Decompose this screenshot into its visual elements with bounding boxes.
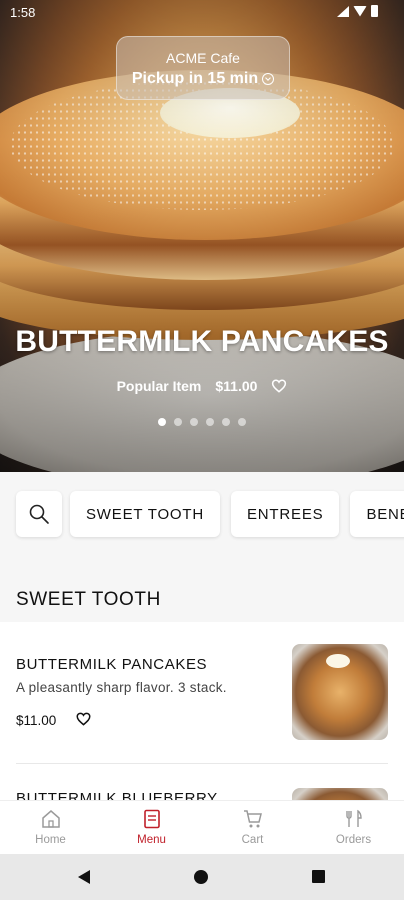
store-pickup-selector[interactable]: ACME Cafe Pickup in 15 min: [116, 36, 290, 100]
section-title: SWEET TOOTH: [16, 589, 161, 610]
category-chip-entrees[interactable]: ENTREES: [230, 491, 340, 537]
item-name: BUTTERMILK BLUEBERRY: [16, 790, 218, 800]
status-time: 1:58: [10, 5, 36, 20]
status-bar: 1:58: [0, 0, 404, 26]
signal-icon: [337, 5, 349, 17]
nav-home[interactable]: Home: [0, 801, 101, 854]
item-description: A pleasantly sharp flavor. 3 stack.: [16, 680, 227, 695]
menu-icon: [143, 809, 160, 829]
nav-menu[interactable]: Menu: [101, 801, 202, 854]
hero-price: $11.00: [215, 378, 258, 394]
nav-orders-label: Orders: [335, 834, 372, 846]
category-chip-sweet-tooth[interactable]: SWEET TOOTH: [70, 491, 220, 537]
nav-home-label: Home: [35, 834, 66, 846]
hero-banner[interactable]: 1:58 ACME Cafe Pickup in 15 min BUTTERMI…: [0, 0, 404, 472]
item-image[interactable]: [292, 788, 388, 800]
back-icon[interactable]: [78, 870, 90, 884]
cart-icon: [243, 810, 262, 828]
pickup-time: Pickup in 15 min: [131, 70, 259, 87]
carousel-indicator[interactable]: [0, 418, 404, 426]
nav-cart[interactable]: Cart: [202, 801, 303, 854]
item-image[interactable]: [292, 644, 388, 740]
store-name: ACME Cafe: [166, 50, 240, 66]
heart-icon[interactable]: [76, 712, 91, 729]
recents-icon[interactable]: [312, 870, 325, 883]
item-price: $11.00: [16, 713, 57, 728]
carousel-dot[interactable]: [206, 418, 214, 426]
nav-cart-label: Cart: [241, 834, 264, 846]
carousel-dot[interactable]: [174, 418, 182, 426]
category-bar: SWEET TOOTH ENTREES BENED: [0, 472, 404, 554]
wifi-icon: [353, 5, 367, 17]
chevron-down-icon: [262, 73, 275, 85]
utensils-icon: [345, 809, 362, 827]
home-button-icon[interactable]: [194, 870, 208, 884]
item-name: BUTTERMILK PANCAKES: [16, 656, 208, 673]
carousel-dot[interactable]: [158, 418, 166, 426]
search-icon: [29, 504, 49, 524]
carousel-dot[interactable]: [222, 418, 230, 426]
heart-icon[interactable]: [271, 379, 287, 393]
home-icon: [41, 810, 60, 828]
popular-badge: Popular Item: [116, 378, 202, 394]
battery-icon: [371, 5, 378, 17]
hero-title: BUTTERMILK PANCAKES: [15, 325, 389, 358]
bottom-nav: Home Menu Cart Orders: [0, 800, 404, 854]
system-nav-bar: [0, 854, 404, 900]
carousel-dot[interactable]: [238, 418, 246, 426]
category-chip-benedicts[interactable]: BENED: [350, 491, 404, 537]
menu-list: BUTTERMILK PANCAKES A pleasantly sharp f…: [0, 622, 404, 800]
list-item[interactable]: BUTTERMILK PANCAKES A pleasantly sharp f…: [16, 622, 388, 764]
nav-menu-label: Menu: [137, 834, 166, 846]
nav-orders[interactable]: Orders: [303, 801, 404, 854]
search-button[interactable]: [16, 491, 62, 537]
carousel-dot[interactable]: [190, 418, 198, 426]
